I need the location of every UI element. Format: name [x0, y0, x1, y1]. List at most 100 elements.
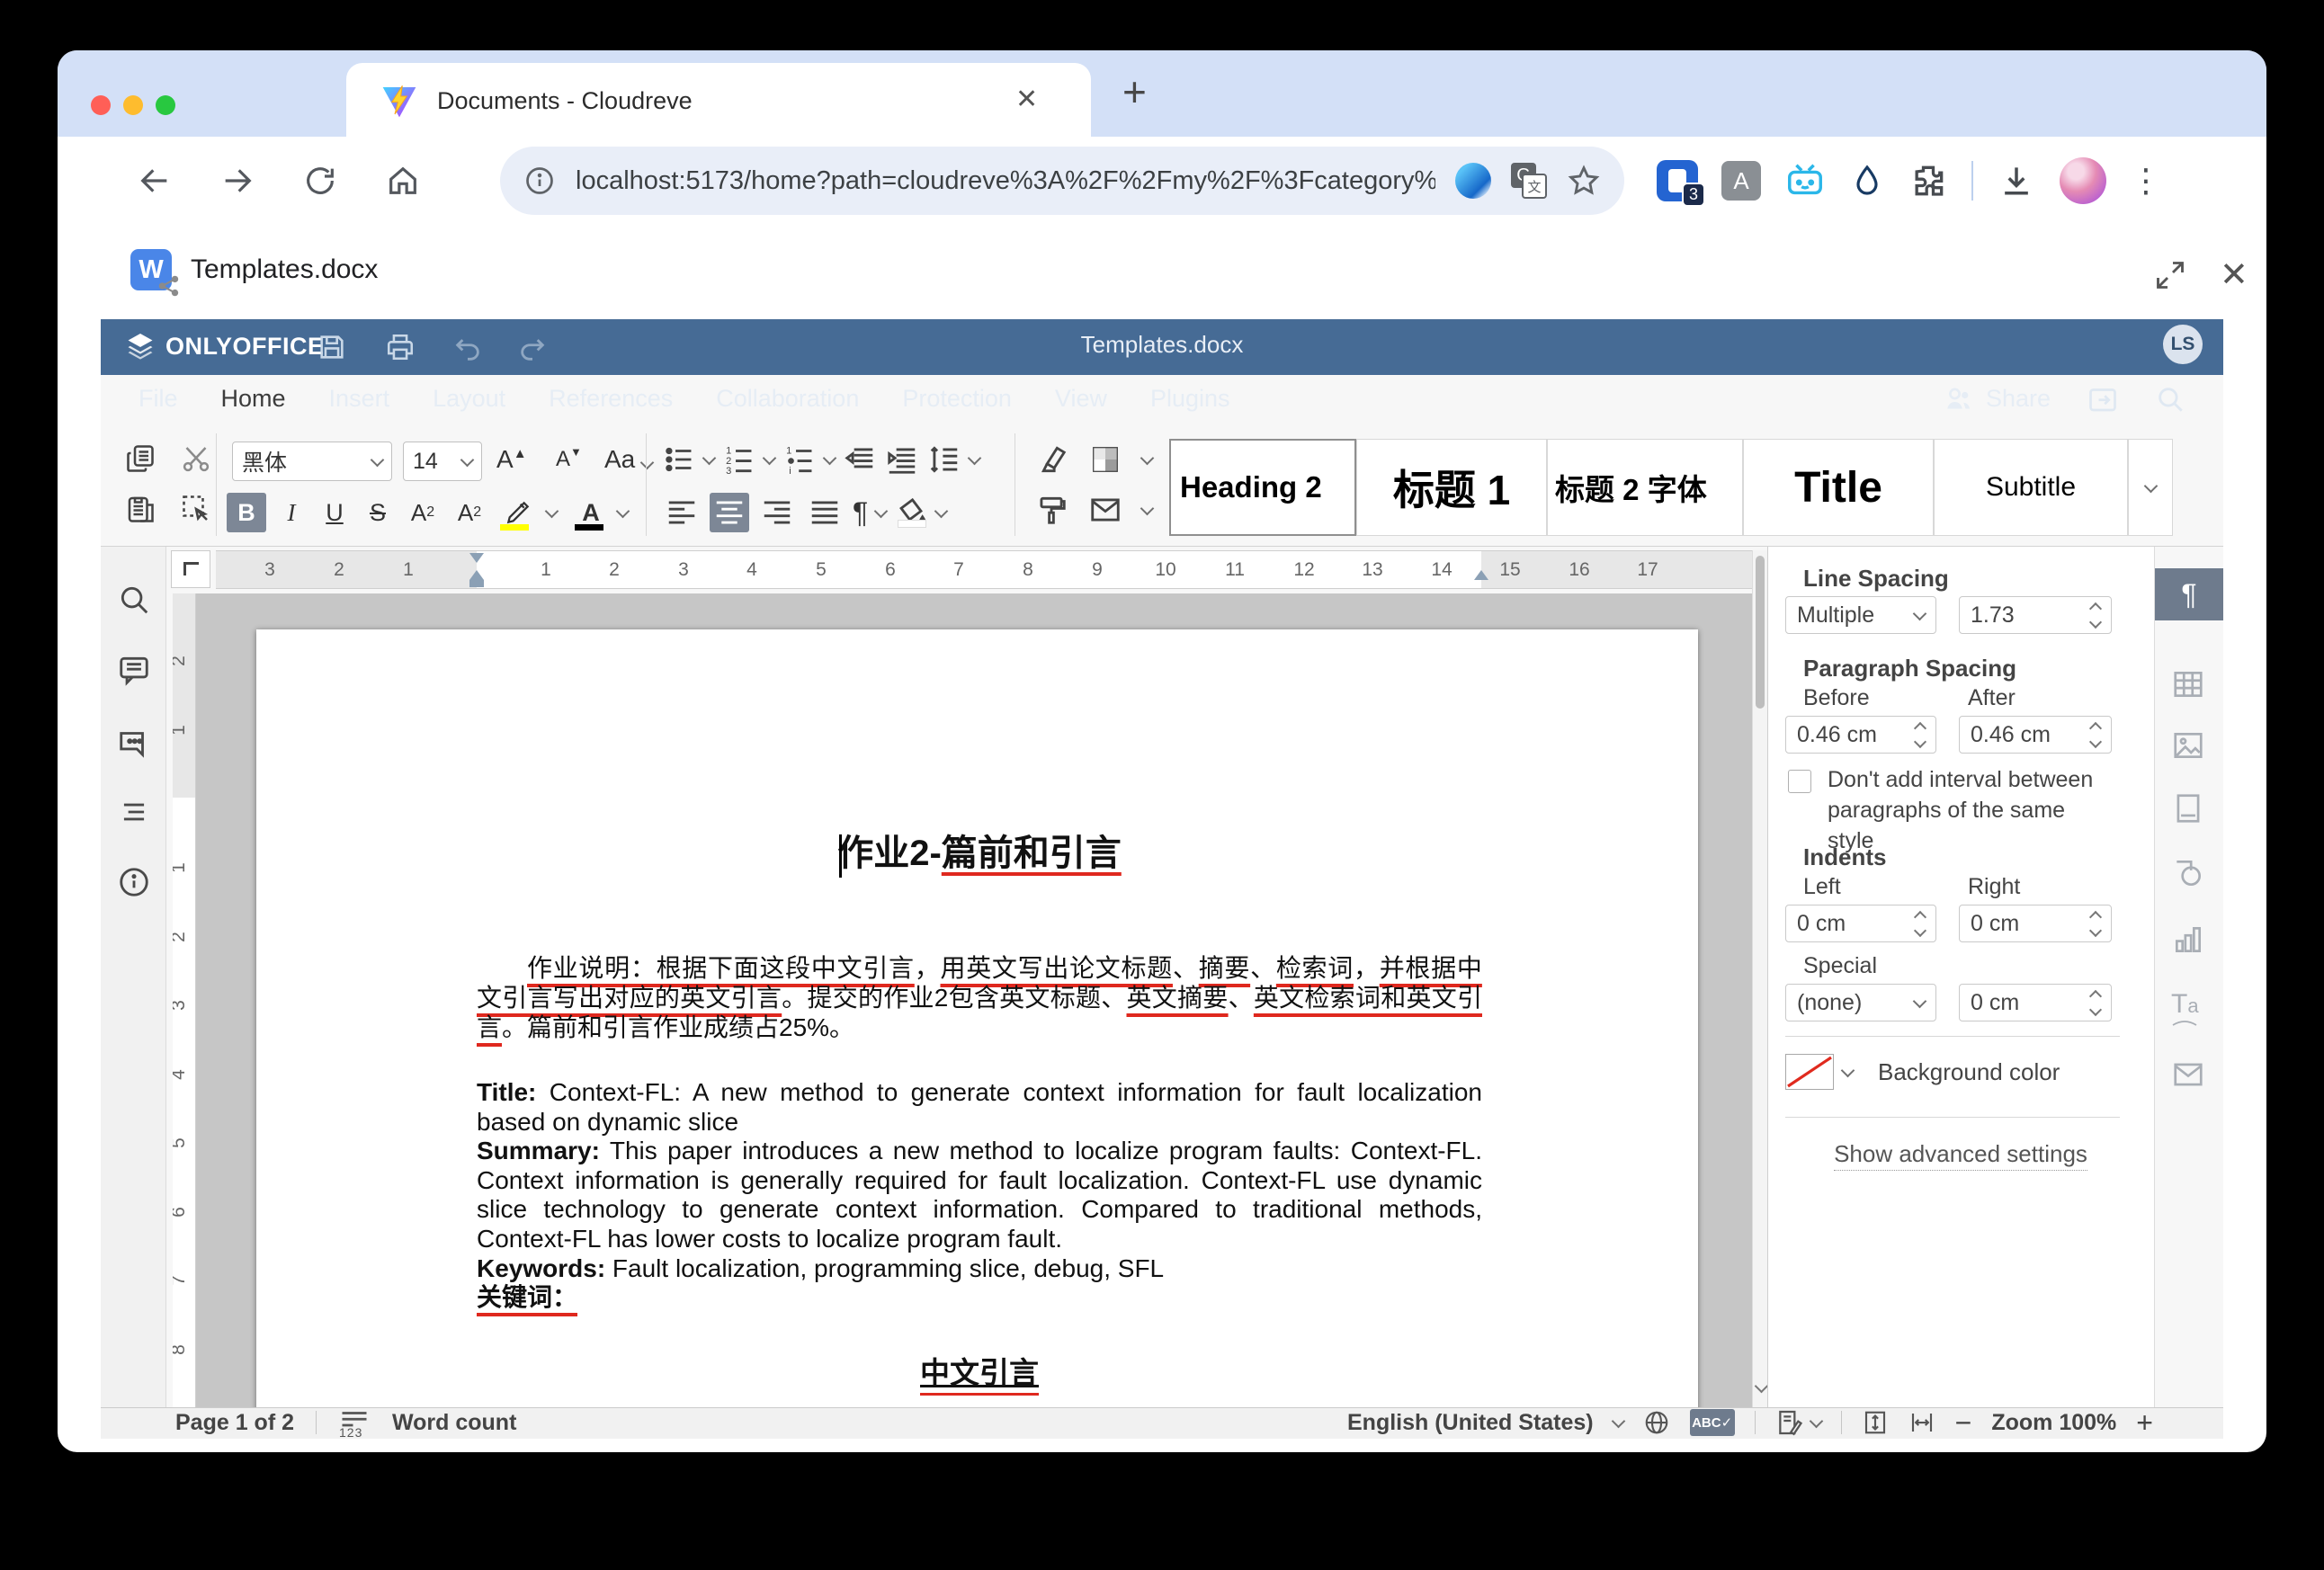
a-extension-icon[interactable]: A — [1721, 161, 1761, 201]
mailmerge-settings-tab[interactable] — [2171, 1057, 2205, 1092]
set-language-globe-icon[interactable] — [1643, 1409, 1670, 1436]
special-amount-input[interactable]: 0 cm — [1959, 984, 2112, 1021]
minimize-window-button[interactable] — [123, 95, 143, 115]
page-indicator[interactable]: Page 1 of 2 — [175, 1410, 294, 1436]
tab-insert[interactable]: Insert — [308, 375, 412, 423]
forward-icon[interactable] — [219, 163, 255, 199]
chat-icon[interactable] — [117, 725, 151, 759]
superscript-button[interactable]: A2 — [403, 493, 442, 532]
indent-right-input[interactable]: 0 cm — [1959, 905, 2112, 942]
tab-plugins[interactable]: Plugins — [1129, 375, 1252, 423]
about-info-icon[interactable] — [117, 865, 151, 899]
address-bar[interactable]: localhost:5173/home?path=cloudreve%3A%2F… — [500, 147, 1624, 215]
strikethrough-button[interactable]: S — [360, 493, 396, 532]
horizontal-ruler[interactable]: 3 2 1 1 2 3 4 5 6 7 8 9 10 11 12 13 14 1… — [216, 550, 1752, 589]
line-spacing-amount[interactable]: 1.73 — [1959, 596, 2112, 634]
nonprinting-chars-icon[interactable]: ¶ — [853, 496, 868, 530]
highlight-dropdown-icon[interactable] — [545, 504, 559, 518]
tab-stop-selector[interactable] — [171, 550, 210, 588]
close-window-button[interactable] — [91, 95, 111, 115]
word-count-button[interactable]: Word count — [392, 1410, 516, 1436]
font-color-button[interactable]: A — [571, 493, 611, 532]
cell-color-icon[interactable] — [1088, 442, 1122, 477]
align-center-icon[interactable] — [710, 493, 749, 532]
language-select[interactable]: English (United States) — [1347, 1410, 1594, 1436]
left-indent-marker[interactable] — [469, 580, 484, 587]
mail-merge-dropdown-icon[interactable] — [1140, 501, 1155, 515]
copy-style-icon[interactable] — [1034, 493, 1068, 527]
line-spacing-icon[interactable] — [927, 442, 961, 477]
spellcheck-toggle[interactable]: ABC✓ — [1690, 1409, 1735, 1436]
vertical-ruler[interactable]: 2 1 1 2 3 4 5 6 7 8 — [173, 593, 196, 1407]
increase-indent-icon[interactable] — [885, 442, 919, 477]
zoom-window-button[interactable] — [156, 95, 175, 115]
spacing-before-input[interactable]: 0.46 cm — [1785, 716, 1936, 754]
decrease-indent-icon[interactable] — [843, 442, 877, 477]
cell-color-dropdown-icon[interactable] — [1140, 450, 1155, 465]
clear-style-icon[interactable] — [1034, 442, 1068, 477]
background-color-control[interactable]: Background color — [1785, 1054, 2060, 1090]
special-select[interactable]: (none) — [1785, 984, 1936, 1021]
zoom-in-button[interactable]: + — [2136, 1406, 2153, 1440]
copy-icon[interactable] — [124, 442, 156, 475]
document-scrollbar[interactable] — [1752, 550, 1767, 1407]
hanging-indent-marker[interactable] — [469, 570, 484, 580]
spacing-after-input[interactable]: 0.46 cm — [1959, 716, 2112, 754]
print-icon[interactable] — [385, 332, 416, 362]
paragraph-settings-tab[interactable]: ¶ — [2155, 568, 2223, 620]
highlight-color-button[interactable] — [496, 493, 540, 532]
user-avatar[interactable]: LS — [2163, 325, 2203, 364]
extension-sphere-icon[interactable] — [1455, 163, 1491, 199]
expand-modal-icon[interactable] — [2154, 259, 2186, 291]
interval-checkbox-label[interactable]: Don't add interval between paragraphs of… — [1828, 764, 2106, 856]
first-line-indent-marker[interactable] — [469, 553, 484, 563]
tab-layout[interactable]: Layout — [411, 375, 527, 423]
zoom-out-button[interactable]: − — [1955, 1406, 1972, 1440]
search-icon[interactable] — [2155, 384, 2185, 415]
style-subtitle[interactable]: Subtitle — [1934, 439, 2128, 536]
fit-page-icon[interactable] — [1862, 1409, 1889, 1436]
shape-settings-tab[interactable] — [2171, 856, 2205, 890]
cut-icon[interactable] — [180, 442, 212, 475]
line-spacing-dropdown-icon[interactable] — [968, 450, 982, 465]
multilevel-dropdown-icon[interactable] — [823, 450, 837, 465]
track-changes-button[interactable] — [1775, 1408, 1821, 1437]
fit-width-icon[interactable] — [1908, 1409, 1935, 1436]
paste-icon[interactable] — [124, 493, 156, 525]
document-canvas[interactable]: 作业2-篇前和引言 作业说明：根据下面这段中文引言，用英文写出论文标题、摘要、检… — [196, 593, 1752, 1407]
tab-protection[interactable]: Protection — [880, 375, 1033, 423]
show-advanced-settings-link[interactable]: Show advanced settings — [1834, 1140, 2087, 1171]
tab-file[interactable]: File — [117, 375, 200, 423]
indent-left-input[interactable]: 0 cm — [1785, 905, 1936, 942]
share-button[interactable]: Share — [1943, 383, 2051, 415]
close-modal-icon[interactable]: ✕ — [2220, 254, 2248, 295]
table-settings-tab[interactable] — [2171, 667, 2205, 701]
open-file-location-icon[interactable] — [2087, 383, 2119, 415]
scroll-down-icon[interactable] — [1755, 1379, 1769, 1394]
align-right-icon[interactable] — [757, 493, 797, 532]
headerfooter-settings-tab[interactable] — [2171, 791, 2205, 825]
browser-menu-icon[interactable]: ⋮ — [2130, 162, 2162, 200]
droplet-extension-icon[interactable] — [1849, 163, 1885, 199]
style-heading2-cn[interactable]: 标题 2 字体 — [1547, 439, 1743, 536]
spinner-arrows[interactable] — [2091, 604, 2100, 627]
bullet-dropdown-icon[interactable] — [702, 450, 717, 465]
browser-tab[interactable]: Documents - Cloudreve ✕ — [346, 63, 1091, 137]
style-title[interactable]: Title — [1743, 439, 1934, 536]
mail-merge-icon[interactable] — [1088, 493, 1122, 527]
style-heading1-cn[interactable]: 标题 1 — [1356, 439, 1547, 536]
image-settings-tab[interactable] — [2171, 728, 2205, 763]
shading-dropdown-icon[interactable] — [934, 504, 949, 518]
subscript-button[interactable]: A2 — [450, 493, 489, 532]
bullet-list-icon[interactable] — [662, 442, 696, 477]
background-color-swatch[interactable] — [1785, 1054, 1834, 1090]
style-heading2[interactable]: Heading 2 — [1169, 439, 1356, 536]
numbered-dropdown-icon[interactable] — [763, 450, 777, 465]
font-size-select[interactable]: 14 — [403, 442, 482, 481]
line-spacing-select[interactable]: Multiple — [1785, 596, 1936, 634]
tab-close-icon[interactable]: ✕ — [1015, 84, 1038, 115]
profile-avatar[interactable] — [2060, 157, 2106, 204]
shading-bucket-icon[interactable] — [894, 495, 928, 530]
style-gallery-expand-icon[interactable] — [2128, 439, 2173, 536]
comments-icon[interactable] — [117, 653, 151, 687]
